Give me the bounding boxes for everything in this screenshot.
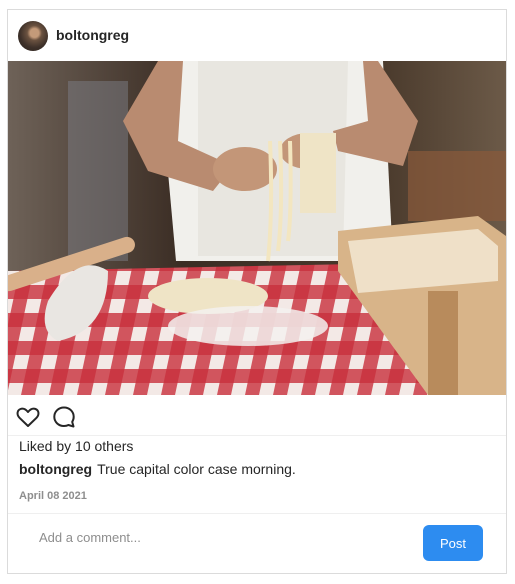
caption-text: True capital color case morning. — [97, 461, 296, 477]
post-username[interactable]: boltongreg — [56, 27, 129, 43]
likes-count[interactable]: Liked by 10 others — [19, 438, 133, 454]
post-photo[interactable] — [8, 61, 506, 395]
post-date: April 08 2021 — [19, 490, 87, 502]
speech-bubble-icon[interactable] — [51, 404, 77, 430]
pasta-making-photo — [8, 61, 506, 395]
caption-username[interactable]: boltongreg — [19, 461, 92, 477]
post-header: boltongreg — [8, 10, 506, 61]
heart-outline-icon[interactable] — [15, 404, 41, 430]
comment-input[interactable] — [28, 522, 430, 552]
post-actions — [8, 395, 506, 435]
divider — [8, 513, 506, 514]
post-comment-button[interactable]: Post — [423, 525, 483, 561]
divider — [8, 435, 506, 436]
avatar[interactable] — [18, 21, 48, 51]
post-caption: boltongreg True capital color case mornin… — [19, 461, 296, 477]
post-card: boltongreg Liked by 10 others boltongreg… — [7, 9, 507, 574]
